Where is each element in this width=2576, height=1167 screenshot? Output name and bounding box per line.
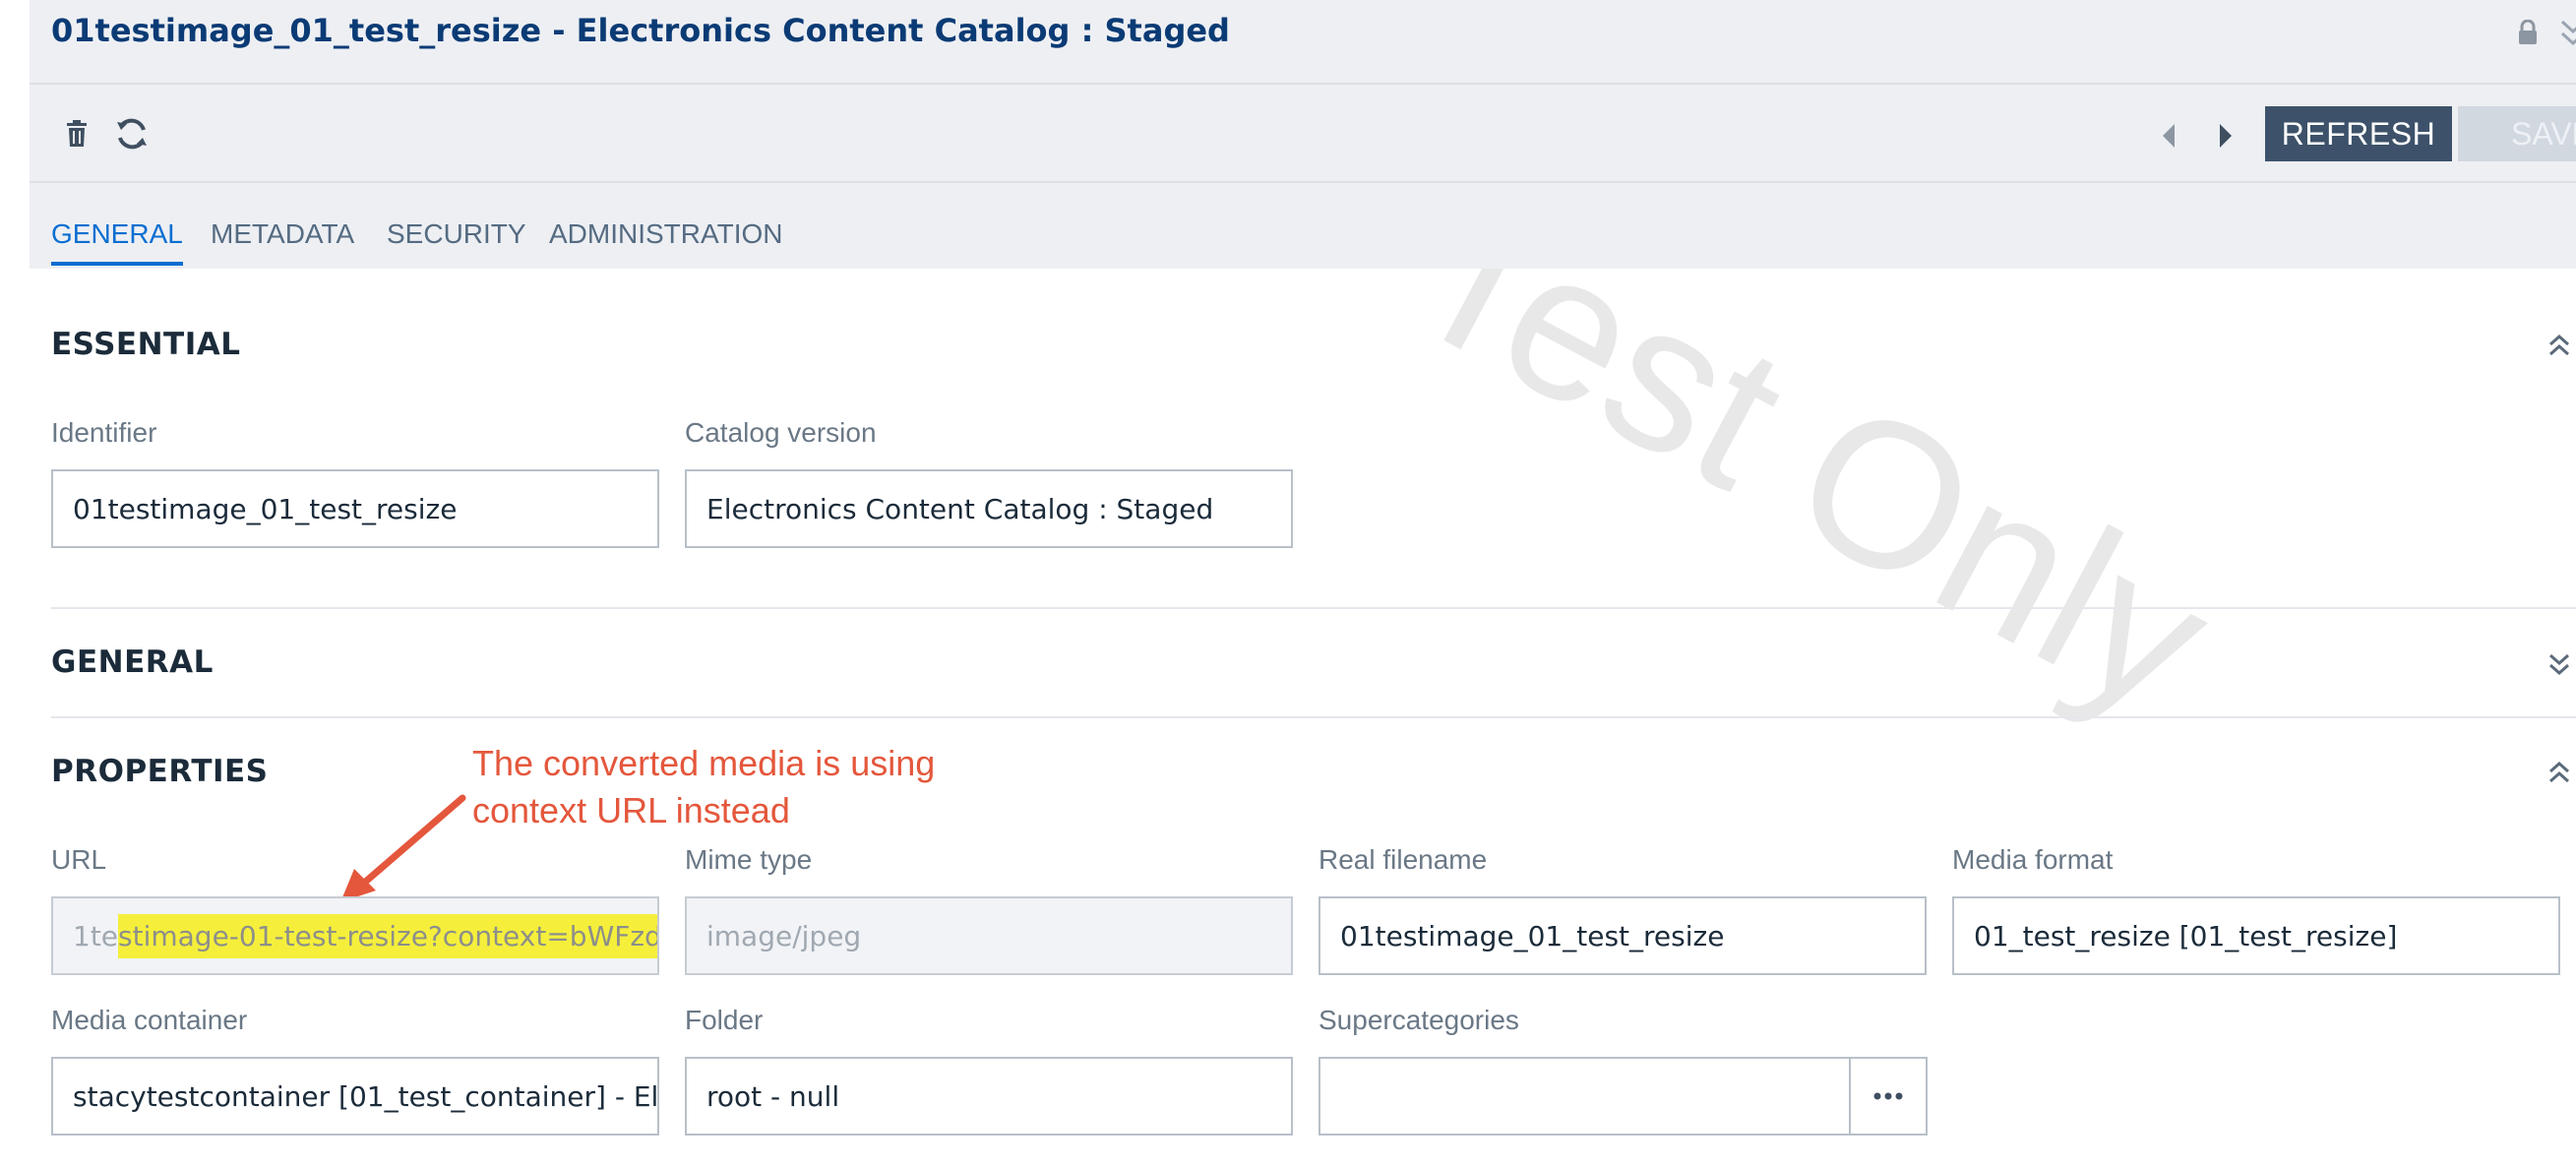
mime-type-value: image/jpeg (706, 919, 862, 952)
url-value-prefix: 1te (73, 919, 119, 952)
catalog-version-value: Electronics Content Catalog : Staged (706, 492, 1214, 525)
toolbar: REFRESH SAVE (30, 85, 2576, 183)
supercategories-label: Supercategories (1319, 1005, 1519, 1035)
mime-type-label: Mime type (685, 844, 813, 875)
media-format-field[interactable]: 01_test_resize [01_test_resize] (1952, 896, 2560, 975)
caret-right-icon[interactable] (2208, 116, 2243, 155)
refresh-button[interactable]: REFRESH (2265, 106, 2452, 161)
chevron-double-up-icon[interactable] (2545, 331, 2574, 360)
media-format-label: Media format (1952, 844, 2114, 875)
chevron-double-up-icon[interactable] (2545, 758, 2574, 787)
catalog-version-label: Catalog version (685, 417, 877, 448)
folder-label: Folder (685, 1005, 764, 1035)
tab-metadata[interactable]: METADATA (211, 218, 354, 262)
identifier-field[interactable]: 01testimage_01_test_resize (51, 469, 659, 548)
media-container-value: stacytestcontainer [01_test_container] -… (73, 1079, 659, 1113)
media-container-field[interactable]: stacytestcontainer [01_test_container] -… (51, 1057, 659, 1136)
section-title-general: GENERAL (51, 645, 214, 680)
caret-left-icon[interactable] (2151, 116, 2186, 155)
divider (51, 716, 2576, 718)
catalog-version-field[interactable]: Electronics Content Catalog : Staged (685, 469, 1293, 548)
chevron-double-down-icon[interactable] (2545, 649, 2574, 679)
title-row: 01testimage_01_test_resize - Electronics… (30, 0, 2576, 85)
url-value-highlight: stimage-01-test-resize?context=bWFzdGVy (118, 913, 657, 958)
media-container-label: Media container (51, 1005, 248, 1035)
ellipsis-icon (1873, 1092, 1903, 1100)
supercategories-field[interactable] (1319, 1057, 1851, 1136)
chevron-double-down-icon[interactable] (2558, 14, 2576, 53)
tab-administration[interactable]: ADMINISTRATION (549, 218, 782, 262)
trash-icon[interactable] (57, 114, 96, 154)
real-filename-value: 01testimage_01_test_resize (1340, 919, 1725, 952)
section-title-properties: PROPERTIES (51, 754, 269, 789)
annotation-line: context URL instead (472, 790, 790, 830)
real-filename-label: Real filename (1319, 844, 1488, 875)
folder-field[interactable]: root - null (685, 1057, 1293, 1136)
media-format-value: 01_test_resize [01_test_resize] (1974, 919, 2398, 952)
real-filename-field[interactable]: 01testimage_01_test_resize (1319, 896, 1927, 975)
annotation-arrow (340, 794, 466, 902)
mime-type-field[interactable]: image/jpeg (685, 896, 1293, 975)
tab-general[interactable]: GENERAL (51, 218, 183, 266)
tab-bar: GENERAL METADATA SECURITY ADMINISTRATION (30, 185, 2576, 269)
page-title: 01testimage_01_test_resize - Electronics… (51, 12, 1230, 49)
divider (51, 607, 2576, 609)
save-button[interactable]: SAVE (2458, 106, 2576, 161)
identifier-label: Identifier (51, 417, 157, 448)
lock-icon[interactable] (2517, 20, 2539, 45)
folder-value: root - null (706, 1079, 840, 1113)
annotation-note: The converted media is using context URL… (472, 740, 935, 834)
editor-header: 01testimage_01_test_resize - Electronics… (30, 0, 2576, 269)
annotation-line: The converted media is using (472, 743, 936, 783)
tab-security[interactable]: SECURITY (387, 218, 526, 262)
sync-icon[interactable] (112, 114, 152, 154)
section-title-essential: ESSENTIAL (51, 327, 241, 362)
supercategories-browse-button[interactable] (1849, 1057, 1928, 1136)
identifier-value: 01testimage_01_test_resize (73, 492, 458, 525)
url-label: URL (51, 844, 107, 875)
url-field[interactable]: 1te stimage-01-test-resize?context=bWFzdG… (51, 896, 659, 975)
